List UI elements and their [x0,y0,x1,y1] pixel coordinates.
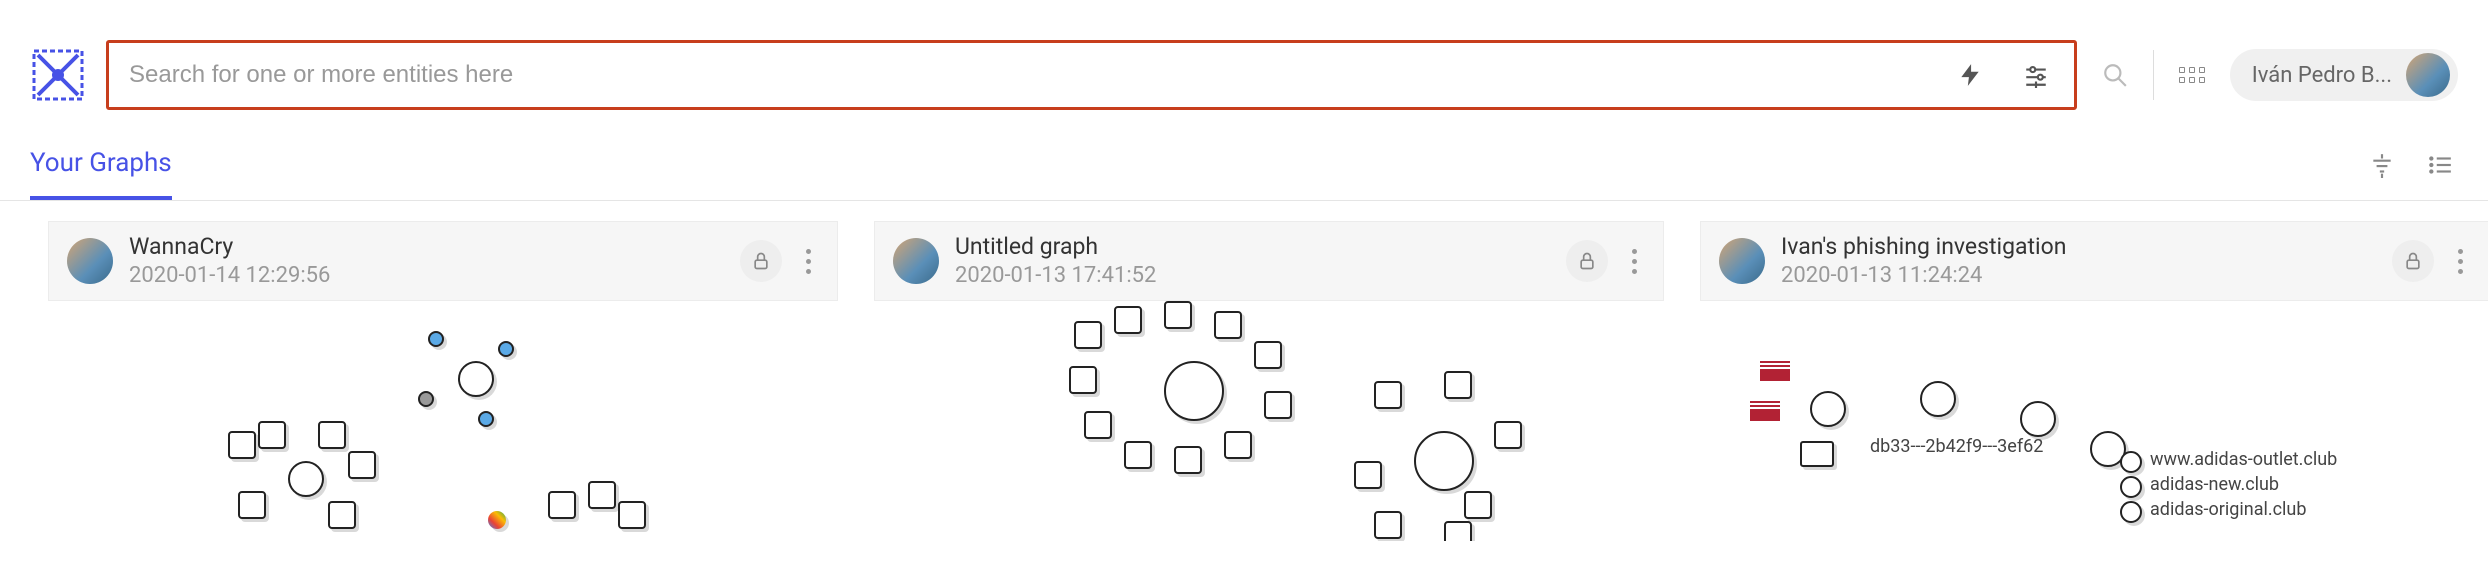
card-timestamp: 2020-01-13 11:24:24 [1781,262,2376,291]
card-title: WannaCry [129,232,724,262]
card-timestamp: 2020-01-14 12:29:56 [129,262,724,291]
card-menu-icon[interactable] [2450,249,2471,274]
card-menu-icon[interactable] [1624,249,1645,274]
search-icon[interactable] [2097,57,2133,93]
bolt-icon[interactable] [1952,57,1988,93]
lock-icon [2392,240,2434,282]
lock-icon [740,240,782,282]
search-container [106,40,2077,110]
graph-card[interactable]: Untitled graph 2020-01-13 17:41:52 [874,221,1664,541]
divider [2153,50,2154,100]
card-titles: WannaCry 2020-01-14 12:29:56 [129,232,724,290]
flag-icon [1760,361,1790,381]
top-bar: Iván Pedro B... [0,0,2488,130]
tab-your-graphs[interactable]: Your Graphs [30,130,172,200]
graph-node-label: db33---2b42f9---3ef62 [1870,436,2043,457]
card-timestamp: 2020-01-13 17:41:52 [955,262,1550,291]
card-header: WannaCry 2020-01-14 12:29:56 [48,221,838,301]
graph-node-label: www.adidas-outlet.club [2150,449,2337,470]
user-menu[interactable]: Iván Pedro B... [2230,49,2458,101]
apps-grid-icon[interactable] [2174,57,2210,93]
graph-preview: db33---2b42f9---3ef62 www.adidas-outlet.… [1700,301,2488,541]
card-owner-avatar [67,238,113,284]
card-header: Untitled graph 2020-01-13 17:41:52 [874,221,1664,301]
app-logo[interactable] [30,47,86,103]
graph-node-label: adidas-original.club [2150,499,2306,520]
filter-settings-icon[interactable] [2018,57,2054,93]
cards-row: WannaCry 2020-01-14 12:29:56 [0,201,2488,541]
search-actions [1952,57,2054,93]
sort-icon[interactable] [2364,147,2400,183]
graph-card[interactable]: WannaCry 2020-01-14 12:29:56 [48,221,838,541]
card-header: Ivan's phishing investigation 2020-01-13… [1700,221,2488,301]
user-display-name: Iván Pedro B... [2252,63,2392,88]
card-owner-avatar [893,238,939,284]
card-title: Untitled graph [955,232,1550,262]
list-view-icon[interactable] [2422,147,2458,183]
card-menu-icon[interactable] [798,249,819,274]
graph-card[interactable]: Ivan's phishing investigation 2020-01-13… [1700,221,2488,541]
search-input[interactable] [129,61,1952,89]
card-titles: Ivan's phishing investigation 2020-01-13… [1781,232,2376,290]
tabs-row: Your Graphs [0,130,2488,201]
graph-node-label: adidas-new.club [2150,474,2279,495]
graph-preview [48,301,838,541]
avatar [2406,53,2450,97]
flag-icon [1750,401,1780,421]
lock-icon [1566,240,1608,282]
card-owner-avatar [1719,238,1765,284]
view-toggles [2364,147,2458,183]
graph-preview [874,301,1664,541]
card-title: Ivan's phishing investigation [1781,232,2376,262]
card-titles: Untitled graph 2020-01-13 17:41:52 [955,232,1550,290]
